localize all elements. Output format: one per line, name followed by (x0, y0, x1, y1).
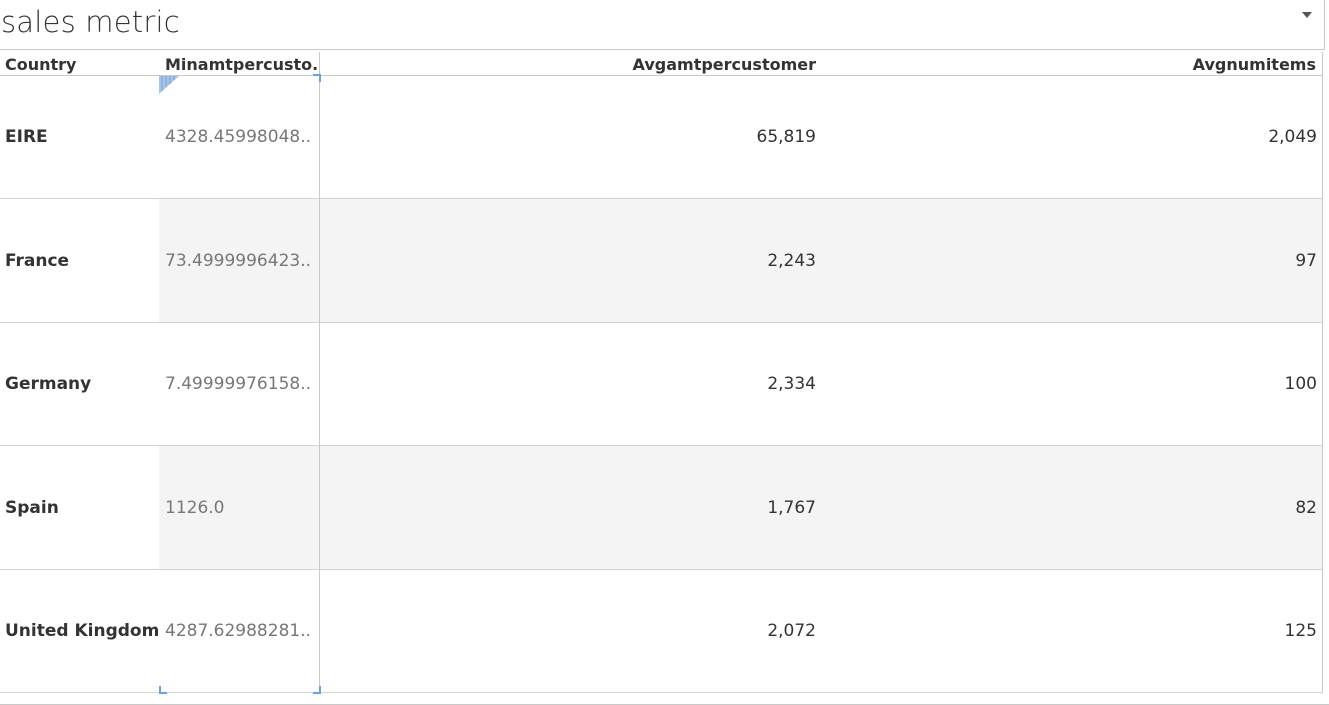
cell-avgamtpercustomer[interactable]: 2,072 (767, 621, 816, 641)
row-band (159, 323, 1322, 445)
cell-avgamtpercustomer[interactable]: 2,243 (767, 251, 816, 271)
title-dropdown-icon[interactable] (1302, 12, 1312, 18)
cell-country[interactable]: United Kingdom (5, 621, 159, 641)
table-row[interactable]: United Kingdom 4287.62988281.. 2,072 125 (0, 570, 1322, 693)
column-header-avgamtpercustomer[interactable]: Avgamtpercustomer (633, 55, 816, 74)
cell-country[interactable]: France (5, 251, 69, 271)
selection-handle[interactable] (313, 74, 321, 82)
table-row[interactable]: France 73.4999996423.. 2,243 97 (0, 199, 1322, 323)
table-row[interactable]: Germany 7.49999976158.. 2,334 100 (0, 323, 1322, 446)
cell-country[interactable]: EIRE (5, 127, 48, 147)
column-header-country[interactable]: Country (5, 55, 76, 74)
cell-avgamtpercustomer[interactable]: 1,767 (767, 498, 816, 518)
cell-avgamtpercustomer[interactable]: 2,334 (767, 374, 816, 394)
worksheet-title: sales metric (1, 5, 180, 39)
worksheet-title-bar: sales metric (0, 0, 1325, 50)
cell-minamtpercustomer[interactable]: 7.49999976158.. (165, 374, 313, 394)
table-row[interactable]: Spain 1126.0 1,767 82 (0, 446, 1322, 570)
table-header-row: Country Minamtpercusto.. Avgamtpercustom… (0, 52, 1322, 76)
cell-minamtpercustomer[interactable]: 4287.62988281.. (165, 621, 313, 641)
column-divider[interactable] (319, 52, 320, 693)
selection-corner-icon (159, 76, 179, 94)
column-header-avgnumitems[interactable]: Avgnumitems (1193, 55, 1316, 74)
cell-minamtpercustomer[interactable]: 4328.45998048.. (165, 127, 313, 147)
cell-avgamtpercustomer[interactable]: 65,819 (757, 127, 816, 147)
cell-country[interactable]: Spain (5, 498, 59, 518)
cell-avgnumitems[interactable]: 125 (1285, 621, 1317, 641)
row-band (159, 446, 1322, 569)
cell-minamtpercustomer[interactable]: 1126.0 (165, 498, 313, 518)
row-band (159, 570, 1322, 692)
cell-avgnumitems[interactable]: 97 (1295, 251, 1317, 271)
table-row[interactable]: EIRE 4328.45998048.. 65,819 2,049 (0, 76, 1322, 199)
table-right-border (1322, 52, 1323, 693)
cell-avgnumitems[interactable]: 2,049 (1268, 127, 1317, 147)
selection-handle[interactable] (159, 686, 167, 694)
cell-avgnumitems[interactable]: 100 (1285, 374, 1317, 394)
column-header-minamtpercustomer[interactable]: Minamtpercusto.. (165, 55, 317, 74)
cell-minamtpercustomer[interactable]: 73.4999996423.. (165, 251, 313, 271)
cell-avgnumitems[interactable]: 82 (1295, 498, 1317, 518)
row-band (159, 76, 1322, 198)
cell-country[interactable]: Germany (5, 374, 91, 394)
row-band (159, 199, 1322, 322)
selection-handle[interactable] (313, 686, 321, 694)
